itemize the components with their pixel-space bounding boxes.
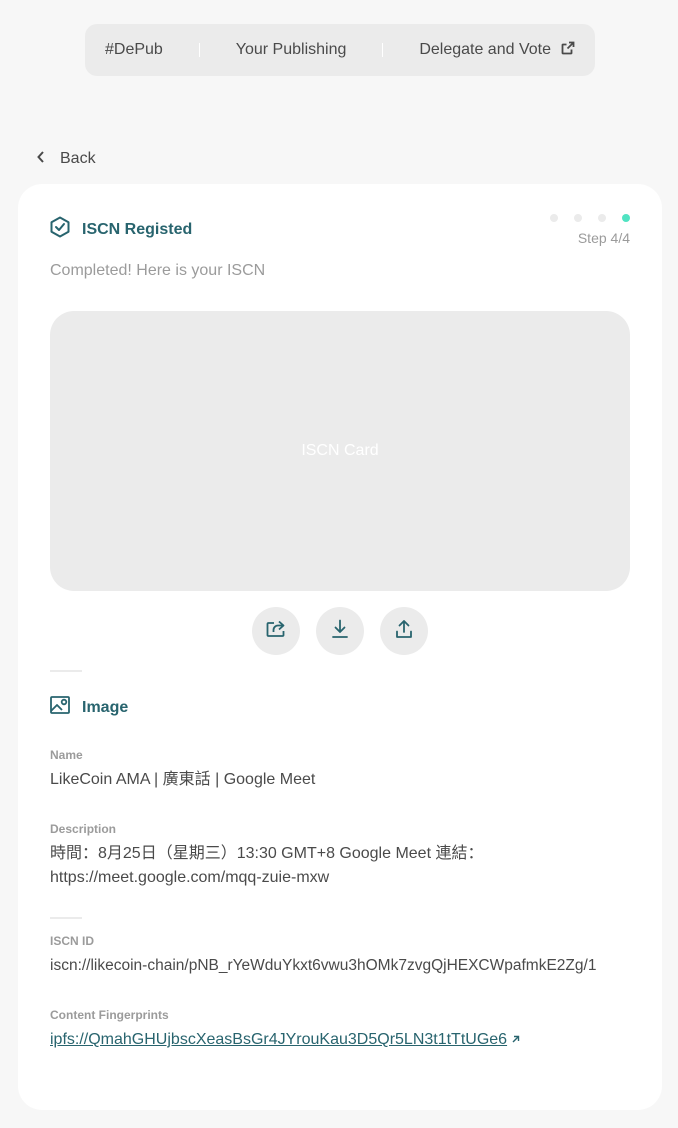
fingerprint-value: ipfs://QmahGHUjbscXeasBsGr4JYrouKau3D5Qr…	[50, 1031, 508, 1048]
share-button[interactable]	[252, 607, 300, 655]
nav-separator	[382, 43, 384, 57]
step-dot-3	[598, 214, 606, 222]
iscn-id-label: ISCN ID	[50, 934, 95, 948]
description-label: Description	[50, 822, 117, 836]
registration-title: ISCN Registed	[50, 216, 192, 243]
fingerprint-field: Content Fingerprints ipfs://QmahGHUjbscX…	[50, 1008, 640, 1052]
download-icon	[331, 619, 349, 644]
description-value: 時間：8月25日（星期三）13:30 GMT+8 Google Meet 連結：…	[50, 845, 484, 886]
image-icon	[50, 696, 70, 719]
shield-check-icon	[50, 216, 70, 243]
fingerprint-link[interactable]: ipfs://QmahGHUjbscXeasBsGr4JYrouKau3D5Qr…	[50, 1028, 520, 1052]
download-button[interactable]	[316, 607, 364, 655]
upload-button[interactable]	[380, 607, 428, 655]
iscn-result-card: ISCN Registed Step 4/4 Completed! Here i…	[18, 184, 662, 1110]
content-type-header: Image	[50, 696, 128, 719]
section-divider	[50, 670, 82, 672]
registration-title-text: ISCN Registed	[82, 220, 193, 238]
section-divider	[50, 917, 82, 919]
nav-delegate-and-vote[interactable]: Delegate and Vote	[419, 41, 575, 60]
back-button[interactable]: Back	[36, 150, 96, 168]
external-arrow-icon	[511, 1028, 520, 1052]
step-dot-1	[550, 214, 558, 222]
iscn-card-preview: ISCN Card	[50, 311, 630, 591]
name-label: Name	[50, 748, 83, 762]
iscn-id-field: ISCN ID iscn://likecoin-chain/pNB_rYeWdu…	[50, 934, 640, 978]
upload-icon	[395, 619, 413, 644]
back-label: Back	[60, 150, 96, 167]
external-link-icon	[561, 41, 575, 60]
description-field: Description 時間：8月25日（星期三）13:30 GMT+8 Goo…	[50, 822, 640, 890]
name-field: Name LikeCoin AMA | 廣東話 | Google Meet	[50, 748, 640, 792]
nav-depub[interactable]: #DePub	[105, 41, 163, 59]
step-dots	[550, 214, 630, 222]
completion-message: Completed! Here is your ISCN	[50, 262, 266, 279]
card-actions	[18, 607, 662, 655]
nav-your-publishing[interactable]: Your Publishing	[236, 41, 347, 59]
step-dot-4-active	[622, 214, 630, 222]
name-value: LikeCoin AMA | 廣東話 | Google Meet	[50, 771, 316, 788]
share-icon	[266, 620, 286, 643]
content-type-label: Image	[82, 698, 129, 716]
nav-your-publishing-label: Your Publishing	[235, 41, 347, 58]
iscn-id-value: iscn://likecoin-chain/pNB_rYeWduYkxt6vwu…	[50, 957, 597, 974]
step-indicator: Step 4/4	[550, 214, 630, 246]
chevron-left-icon	[36, 150, 46, 168]
step-dot-2	[574, 214, 582, 222]
nav-depub-label: #DePub	[105, 41, 163, 58]
nav-delegate-label: Delegate and Vote	[419, 41, 551, 58]
iscn-card-placeholder: ISCN Card	[301, 442, 379, 459]
step-label: Step 4/4	[577, 230, 630, 246]
fingerprint-label: Content Fingerprints	[50, 1008, 169, 1022]
nav-separator	[198, 43, 200, 57]
top-nav: #DePub Your Publishing Delegate and Vote	[85, 24, 595, 76]
